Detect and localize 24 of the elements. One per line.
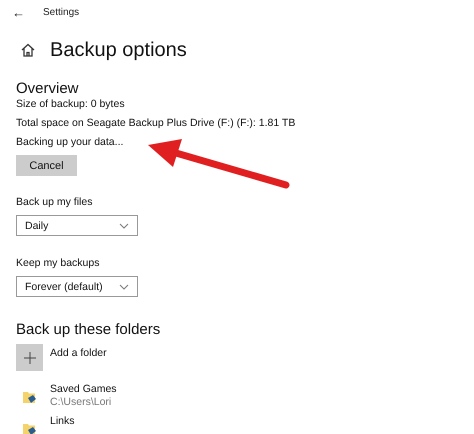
section-heading: Back up these folders bbox=[16, 321, 162, 339]
cancel-button[interactable]: Cancel bbox=[16, 155, 77, 176]
dropdown[interactable]: Forever (default) bbox=[16, 276, 138, 297]
setting-label: Back up my files bbox=[16, 196, 94, 209]
add-folder-button[interactable] bbox=[16, 344, 43, 371]
back-button[interactable]: ← bbox=[12, 4, 25, 20]
folder-name[interactable]: Links bbox=[50, 415, 75, 428]
dropdown[interactable]: Daily bbox=[16, 215, 138, 236]
chevron-icon bbox=[119, 284, 129, 290]
folder-name[interactable]: Saved Games bbox=[50, 383, 117, 396]
chevron-icon bbox=[119, 222, 129, 228]
home-icon[interactable] bbox=[20, 42, 36, 58]
status-text: Size of backup: 0 bytes bbox=[16, 98, 126, 111]
page-title: Backup options bbox=[50, 38, 187, 62]
section-heading: Overview bbox=[16, 80, 80, 98]
add-folder-label[interactable]: Add a folder bbox=[50, 347, 107, 359]
status-text: Total space on Seagate Backup Plus Drive (F:) (F:): 1.81 TB bbox=[16, 117, 296, 130]
setting-label: Keep my backups bbox=[16, 257, 100, 270]
plus-icon bbox=[22, 350, 36, 364]
folder-icon bbox=[22, 421, 38, 434]
window-title: Settings bbox=[43, 6, 80, 18]
folder-icon bbox=[22, 389, 38, 405]
folder-path: C:\Users\Lori bbox=[50, 396, 112, 409]
status-text: Backing up your data... bbox=[16, 136, 124, 149]
